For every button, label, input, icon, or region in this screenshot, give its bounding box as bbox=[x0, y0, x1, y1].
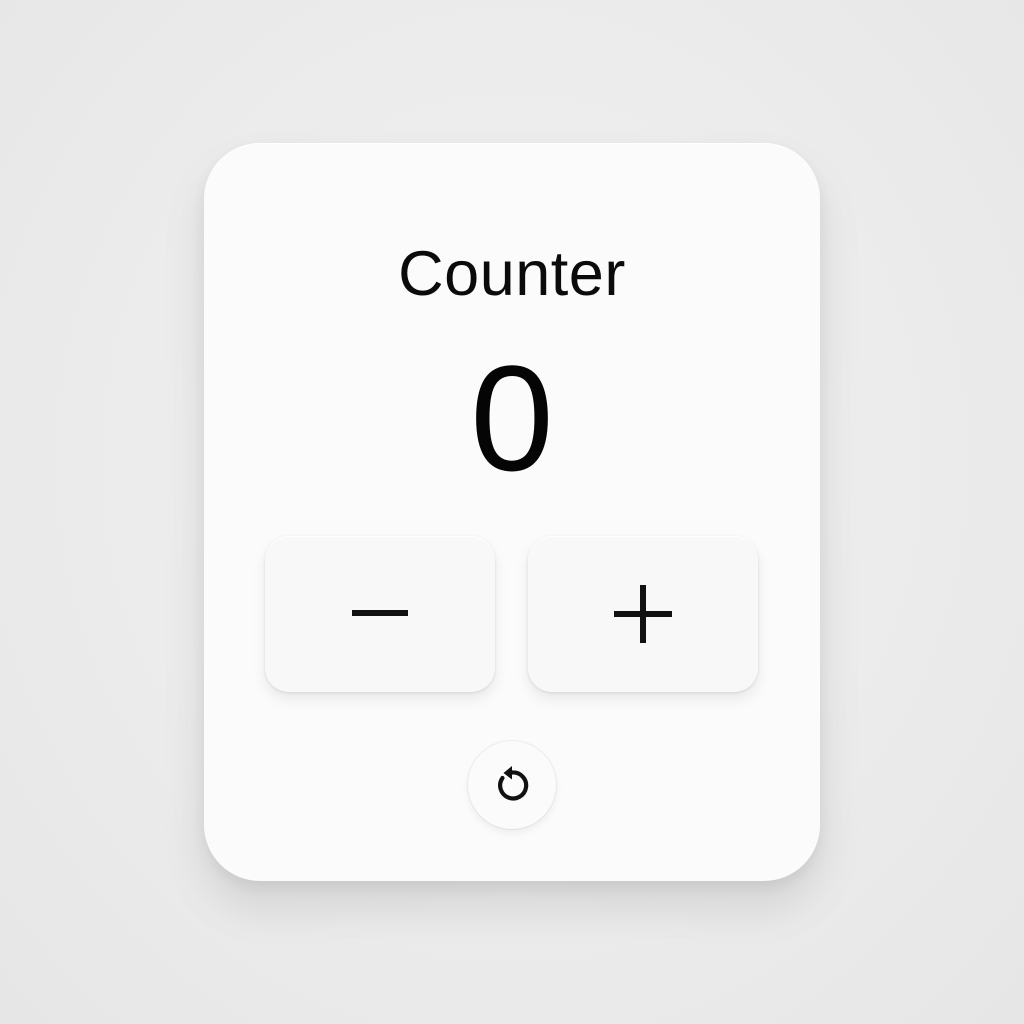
plus-icon bbox=[614, 585, 672, 643]
increment-button[interactable] bbox=[528, 536, 758, 692]
minus-icon bbox=[352, 610, 408, 616]
counter-value: 0 bbox=[470, 334, 554, 502]
reset-button[interactable] bbox=[468, 741, 556, 829]
app-canvas: Counter 0 bbox=[0, 0, 1024, 1024]
reset-arrow-icon bbox=[498, 766, 529, 801]
decrement-button[interactable] bbox=[265, 536, 495, 692]
counter-title: Counter bbox=[398, 239, 626, 309]
